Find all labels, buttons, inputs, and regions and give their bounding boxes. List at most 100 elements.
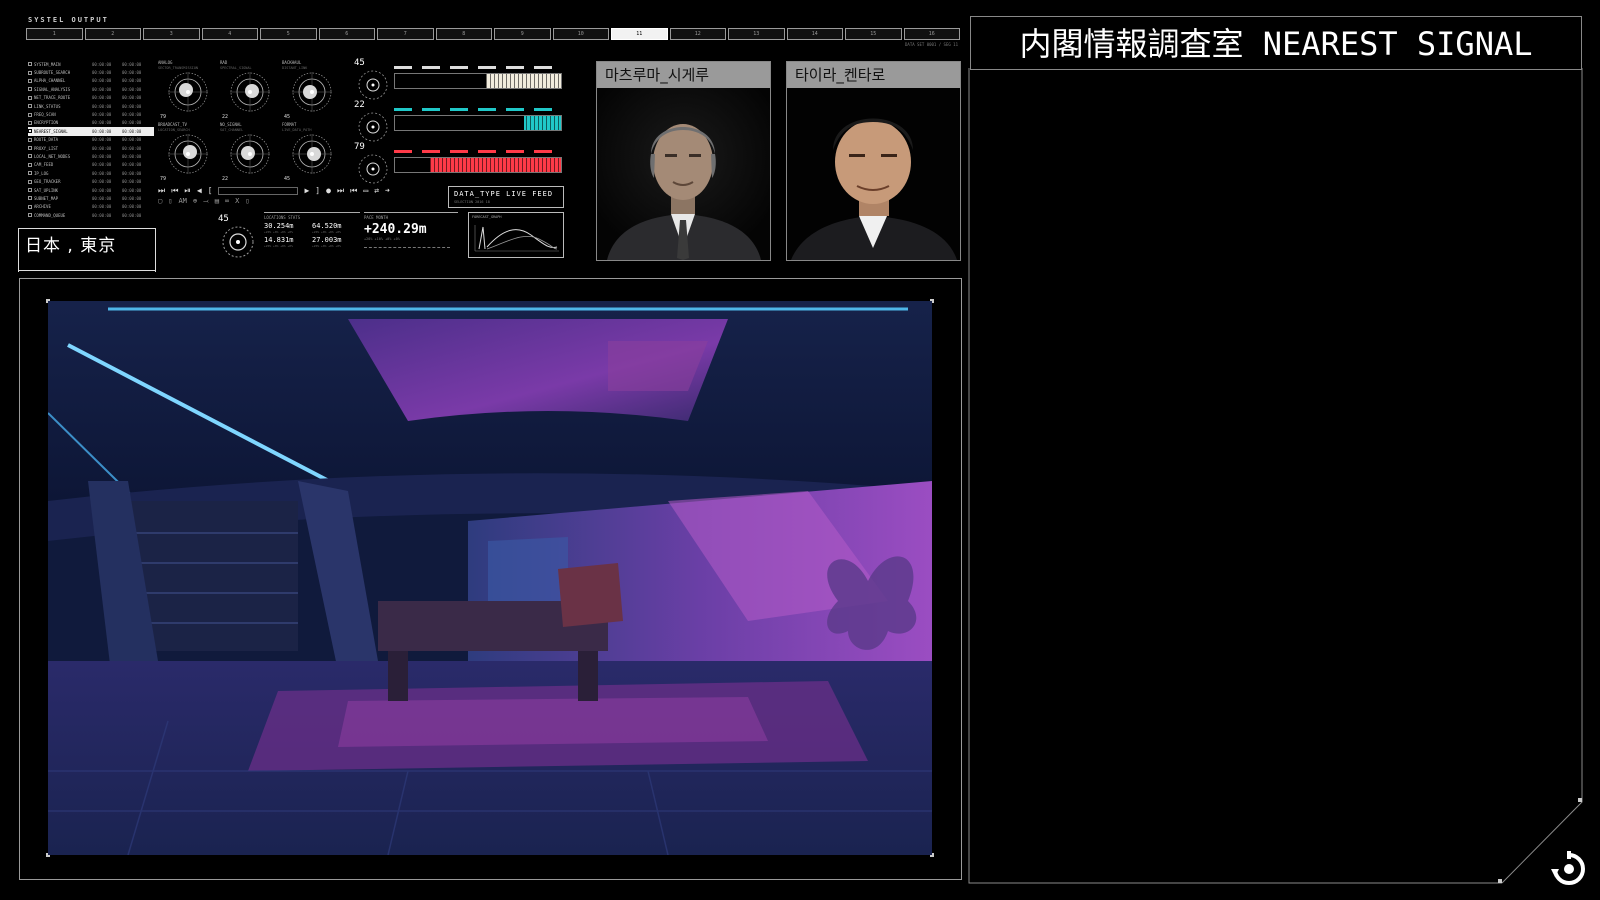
checkbox[interactable] (28, 104, 32, 109)
scene-view[interactable] (48, 301, 932, 855)
transport-button[interactable]: ▶ (304, 186, 309, 196)
checkbox[interactable] (28, 162, 32, 167)
portrait-card[interactable]: 타이라_켄타로 (786, 61, 961, 261)
segment-tab[interactable]: 9 (494, 28, 551, 40)
file-time-b: 00:00:00 (122, 145, 142, 151)
transport-option[interactable]: ▯ (245, 197, 249, 206)
file-row[interactable]: ALPHA_CHANNEL 00:00:00 00:00:00 (28, 77, 154, 85)
transport-button[interactable]: [ (208, 186, 213, 196)
segment-tab[interactable]: 2 (84, 28, 141, 40)
file-row[interactable]: NET_TRACE_ROUTE 00:00:00 00:00:00 (28, 94, 154, 102)
transport-button[interactable]: ● (326, 186, 331, 196)
file-name: LINK_STATUS (34, 103, 61, 109)
location-label: 日本 , 東京 (25, 236, 117, 256)
transport-option[interactable]: ▯ (168, 197, 172, 206)
segment-tab[interactable]: 13 (728, 28, 785, 40)
segment-tab[interactable]: 5 (260, 28, 317, 40)
segment-tab[interactable]: 4 (201, 28, 258, 40)
file-row[interactable]: CAM_FEED 00:00:00 00:00:00 (28, 161, 154, 169)
location-underline (18, 270, 156, 271)
file-row[interactable]: COMMAND_QUEUE 00:00:00 00:00:00 (28, 211, 154, 219)
checkbox[interactable] (28, 154, 32, 159)
file-row[interactable]: ROUTE_DATA 00:00:00 00:00:00 (28, 136, 154, 144)
file-time-a: 00:00:00 (92, 204, 112, 210)
segment-tab[interactable]: 1 (26, 28, 83, 40)
file-row[interactable]: SUBNET_MAP 00:00:00 00:00:00 (28, 194, 154, 202)
strip-meta: DATA SET 0001 / SEG 11 (905, 42, 958, 47)
file-row[interactable]: LOCAL_NET_NODES 00:00:00 00:00:00 (28, 152, 154, 160)
location-tag: 日本 , 東京 (18, 228, 156, 272)
radar-icon (168, 134, 208, 174)
transport-button[interactable]: ⇄ (374, 186, 379, 196)
transport-option[interactable]: ∞ (225, 197, 229, 206)
transport-button[interactable]: ⏭ (337, 186, 344, 196)
checkbox[interactable] (28, 70, 32, 75)
radar-icon (292, 134, 332, 174)
transport-option[interactable]: ⤙ (203, 197, 209, 206)
segment-tab[interactable]: 11 (611, 28, 668, 40)
file-row[interactable]: GEO_TRACKER 00:00:00 00:00:00 (28, 177, 154, 185)
segment-tab[interactable]: 3 (143, 28, 200, 40)
segment-tab[interactable]: 8 (435, 28, 492, 40)
transport-option[interactable]: ⊕ (193, 197, 197, 206)
cyberpunk-room-illustration (48, 301, 932, 855)
checkbox[interactable] (28, 146, 32, 151)
transport-option[interactable]: ▢ (158, 197, 162, 206)
transport-button[interactable]: ◀ (197, 186, 202, 196)
file-row[interactable]: NEAREST_SIGNAL 00:00:00 00:00:00 (28, 127, 154, 136)
file-row[interactable]: IP_LOG 00:00:00 00:00:00 (28, 169, 154, 177)
transport-option[interactable]: ▤ (215, 197, 219, 206)
file-row[interactable]: SAT_UPLINK 00:00:00 00:00:00 (28, 186, 154, 194)
checkbox[interactable] (28, 213, 32, 218)
file-row[interactable]: LINK_STATUS 00:00:00 00:00:00 (28, 102, 154, 110)
transport-option[interactable]: X (235, 197, 239, 206)
reload-icon[interactable] (1549, 849, 1589, 889)
segment-tab[interactable]: 7 (377, 28, 434, 40)
checkbox[interactable] (28, 120, 32, 125)
segment-tab[interactable]: 6 (318, 28, 375, 40)
transport-button[interactable]: ⏭ (158, 186, 165, 196)
segment-tab[interactable]: 15 (845, 28, 902, 40)
checkbox[interactable] (28, 137, 32, 142)
file-name: SYSTEM_MAIN (34, 61, 61, 67)
file-row[interactable]: SYSTEM_MAIN 00:00:00 00:00:00 (28, 60, 154, 68)
file-row[interactable]: PROXY_LIST 00:00:00 00:00:00 (28, 144, 154, 152)
transport-button[interactable]: ] (315, 186, 320, 196)
checkbox[interactable] (28, 95, 32, 100)
file-time-a: 00:00:00 (92, 137, 112, 143)
file-row[interactable]: SIGNAL_ANALYSIS 00:00:00 00:00:00 (28, 85, 154, 93)
checkbox[interactable] (28, 204, 32, 209)
file-row[interactable]: ARCHIVE 00:00:00 00:00:00 (28, 203, 154, 211)
checkbox[interactable] (28, 87, 32, 92)
stat-cell: 14.831m +20% +0% +0% +0% (264, 234, 312, 248)
checkbox[interactable] (28, 78, 32, 83)
dial-value: 45 (284, 176, 291, 182)
transport-button[interactable]: ▭ (363, 186, 368, 196)
file-row[interactable]: FREQ_SCAN 00:00:00 00:00:00 (28, 110, 154, 118)
portrait-card[interactable]: 마츠루마_시게루 (596, 61, 771, 261)
file-row[interactable]: ENCRYPTION 00:00:00 00:00:00 (28, 119, 154, 127)
checkbox[interactable] (28, 129, 32, 134)
transport-button[interactable]: ➜ (385, 186, 390, 196)
checkbox[interactable] (28, 112, 32, 117)
transport-button[interactable]: ⏯ (184, 186, 190, 196)
checkbox[interactable] (28, 196, 32, 201)
segment-tab[interactable]: 14 (786, 28, 843, 40)
segment-tab[interactable]: 12 (669, 28, 726, 40)
checkbox[interactable] (28, 171, 32, 176)
segment-tab[interactable]: 10 (552, 28, 609, 40)
file-row[interactable]: SUBROUTE_SEARCH 00:00:00 00:00:00 (28, 68, 154, 76)
scrub-bar[interactable] (218, 187, 299, 195)
checkbox[interactable] (28, 188, 32, 193)
dial-label: BACKHAUL (282, 60, 302, 65)
file-name: FREQ_SCAN (34, 112, 56, 118)
portrait-photo (597, 88, 770, 260)
segment-tab[interactable]: 16 (903, 28, 960, 40)
transport-button[interactable]: ⏮ (350, 186, 357, 196)
transport-row-secondary: ▢ ▯ AM ⊕ ⤙ ▤ ∞ X ▯ (158, 197, 448, 206)
checkbox[interactable] (28, 62, 32, 67)
checkbox[interactable] (28, 179, 32, 184)
transport-button[interactable]: ⏮ (171, 186, 178, 196)
transport-option[interactable]: AM (178, 197, 186, 206)
portrait-photo (787, 88, 960, 260)
